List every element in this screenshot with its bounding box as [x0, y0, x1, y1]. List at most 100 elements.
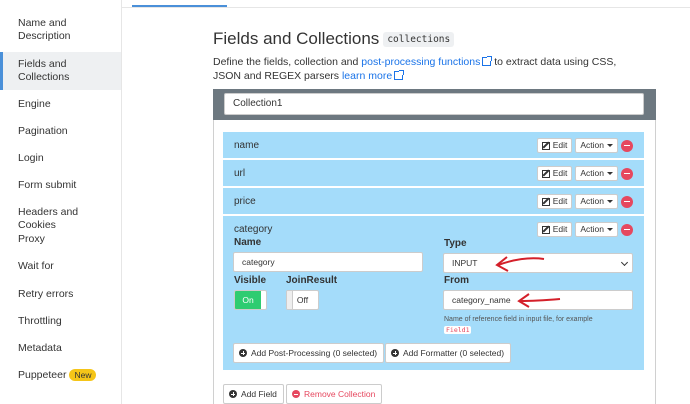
remove-collection-button[interactable]: Remove Collection: [286, 384, 383, 404]
toggle-off-label: Off: [296, 295, 309, 305]
hint-code: Field1: [444, 326, 472, 334]
row-actions: Edit Action: [536, 222, 633, 237]
edit-icon: [541, 141, 550, 150]
page-description: Define the fields, collection and post-p…: [213, 55, 643, 83]
button-label: Add Post-Processing (0 selected): [251, 348, 378, 358]
toggle-knob: [287, 291, 293, 309]
edit-label: Edit: [552, 140, 568, 150]
action-label: Action: [580, 224, 604, 234]
field-name: name: [234, 140, 260, 151]
field-name: price: [234, 196, 256, 207]
learn-more-link[interactable]: learn more: [341, 70, 405, 82]
action-dropdown[interactable]: Action: [575, 222, 618, 237]
sidebar-item-label: Name and Description: [18, 17, 71, 42]
name-label: Name: [234, 237, 262, 248]
edit-icon: [541, 169, 550, 178]
row-actions: Edit Action: [536, 194, 633, 209]
sidebar-item-headers-cookies[interactable]: Headers and Cookies: [0, 206, 121, 232]
edit-button[interactable]: Edit: [536, 166, 573, 181]
external-link-icon: [394, 70, 405, 80]
top-divider: [122, 7, 690, 8]
edit-button[interactable]: Edit: [536, 194, 573, 209]
remove-field-button[interactable]: [621, 139, 633, 152]
type-value: INPUT: [452, 258, 478, 268]
new-badge: New: [69, 369, 97, 381]
remove-field-button[interactable]: [621, 223, 633, 236]
sidebar: Name and Description Fields and Collecti…: [0, 0, 122, 404]
sidebar-item-label: Login: [18, 152, 44, 164]
desc-text: Define the fields, collection and: [213, 56, 362, 68]
hint-text: Name of reference field in input file, f…: [444, 316, 593, 323]
edit-icon: [541, 225, 550, 234]
minus-circle-icon: [292, 390, 300, 398]
field-row-name[interactable]: name Edit Action: [223, 132, 644, 159]
add-formatter-button[interactable]: Add Formatter (0 selected): [385, 343, 512, 363]
sidebar-item-puppeteer[interactable]: Puppeteer New: [0, 369, 121, 382]
sidebar-item-metadata[interactable]: Metadata: [0, 342, 121, 355]
title-code-badge: collections: [383, 32, 455, 48]
sidebar-item-fields-collections[interactable]: Fields and Collections: [0, 52, 121, 90]
sidebar-item-form-submit[interactable]: Form submit: [0, 179, 121, 192]
sidebar-item-proxy[interactable]: Proxy: [0, 233, 121, 246]
sidebar-item-label: Pagination: [18, 125, 68, 137]
edit-label: Edit: [552, 224, 568, 234]
edit-label: Edit: [552, 168, 568, 178]
caret-down-icon: [607, 144, 613, 147]
field-name-input[interactable]: category: [233, 252, 423, 272]
edit-label: Edit: [552, 196, 568, 206]
from-label: From: [444, 275, 469, 286]
caret-down-icon: [607, 172, 613, 175]
sidebar-item-engine[interactable]: Engine: [0, 98, 121, 111]
row-actions: Edit Action: [536, 138, 633, 153]
button-label: Add Formatter (0 selected): [403, 348, 505, 358]
active-tab-indicator: [132, 5, 227, 7]
plus-circle-icon: [391, 349, 399, 357]
external-link-icon: [482, 56, 493, 66]
action-dropdown[interactable]: Action: [575, 138, 618, 153]
field-name: url: [234, 168, 246, 179]
sidebar-item-label: Retry errors: [18, 288, 74, 300]
sidebar-item-name-description[interactable]: Name and Description: [0, 17, 121, 43]
field-name: category: [234, 224, 273, 235]
action-dropdown[interactable]: Action: [575, 166, 618, 181]
field-row-url[interactable]: url Edit Action: [223, 160, 644, 187]
annotation-arrow-icon: [517, 293, 561, 308]
plus-circle-icon: [229, 390, 237, 398]
add-field-button[interactable]: Add Field: [223, 384, 284, 404]
plus-circle-icon: [239, 349, 247, 357]
from-hint: Name of reference field in input file, f…: [444, 315, 639, 336]
sidebar-item-label: Wait for: [18, 260, 54, 272]
field-editor-category: category Edit Action Name category Type …: [223, 216, 644, 370]
add-post-processing-button[interactable]: Add Post-Processing (0 selected): [233, 343, 385, 363]
remove-field-button[interactable]: [621, 195, 633, 208]
collection-name-input[interactable]: Collection1: [224, 93, 644, 115]
sidebar-item-label: Engine: [18, 98, 51, 110]
edit-button[interactable]: Edit: [536, 138, 573, 153]
chevron-down-icon: [620, 258, 629, 267]
edit-button[interactable]: Edit: [536, 222, 573, 237]
sidebar-item-label: Metadata: [18, 342, 62, 354]
post-processing-link[interactable]: post-processing functions: [361, 56, 493, 68]
sidebar-item-label: Headers and Cookies: [18, 206, 79, 231]
remove-field-button[interactable]: [621, 167, 633, 180]
action-label: Action: [580, 168, 604, 178]
sidebar-item-retry-errors[interactable]: Retry errors: [0, 288, 121, 301]
action-dropdown[interactable]: Action: [575, 194, 618, 209]
caret-down-icon: [607, 228, 613, 231]
field-row-price[interactable]: price Edit Action: [223, 188, 644, 215]
button-label: Remove Collection: [304, 389, 376, 399]
page-title-text: Fields and Collections: [213, 29, 380, 48]
sidebar-item-pagination[interactable]: Pagination: [0, 125, 121, 138]
link-text: learn more: [341, 70, 393, 82]
sidebar-item-login[interactable]: Login: [0, 152, 121, 165]
action-label: Action: [580, 196, 604, 206]
visible-label: Visible: [234, 275, 267, 286]
sidebar-item-wait-for[interactable]: Wait for: [0, 260, 121, 273]
page-title: Fields and Collections collections: [213, 29, 455, 49]
button-label: Add Field: [241, 389, 277, 399]
visible-toggle[interactable]: On: [234, 290, 267, 310]
joinresult-label: JoinResult: [286, 275, 338, 286]
sidebar-item-label: Proxy: [18, 233, 45, 245]
sidebar-item-throttling[interactable]: Throttling: [0, 315, 121, 328]
joinresult-toggle[interactable]: Off: [286, 290, 319, 310]
